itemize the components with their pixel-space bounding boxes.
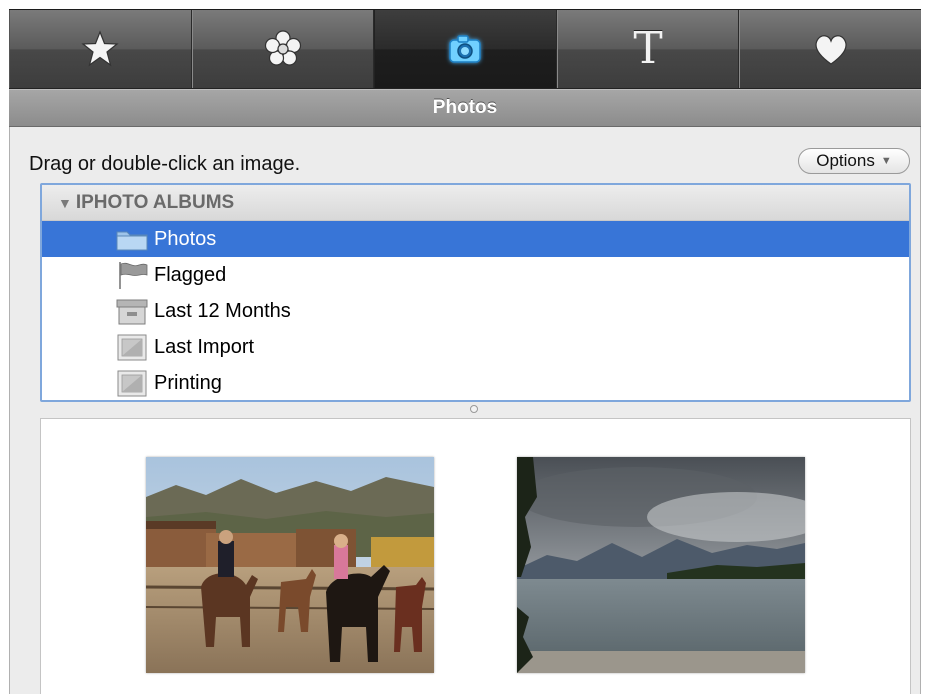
source-item-printing[interactable]: Printing: [42, 365, 909, 400]
tab-flower[interactable]: [191, 10, 375, 88]
panel-title: Photos: [432, 97, 498, 118]
tab-heart[interactable]: [739, 10, 921, 88]
chevron-down-icon: ▼: [880, 155, 892, 167]
source-list: ▼ IPHOTO ALBUMS Photos Flagged Last 12 M…: [40, 183, 911, 402]
tab-camera[interactable]: [374, 10, 557, 88]
archive-box-icon: [114, 296, 150, 326]
flower-icon: [264, 30, 301, 66]
tab-star[interactable]: [9, 10, 192, 88]
thumbnail-grid: [40, 418, 911, 694]
text-icon: T: [633, 23, 663, 74]
flag-icon: [114, 260, 150, 290]
source-item-label: Last Import: [154, 335, 255, 358]
source-item-last-12-months[interactable]: Last 12 Months: [42, 293, 909, 329]
disclosure-triangle-icon[interactable]: ▼: [58, 195, 72, 211]
photo-album-icon: [114, 332, 150, 362]
source-item-flagged[interactable]: Flagged: [42, 257, 909, 293]
tab-bar: T: [9, 9, 921, 89]
folder-icon: [114, 224, 150, 254]
source-item-photos[interactable]: Photos: [42, 221, 909, 257]
camera-icon: [449, 35, 482, 63]
panel-header: Photos: [9, 89, 921, 127]
heart-icon: [815, 35, 847, 65]
instructions-text: Drag or double-click an image.: [29, 153, 301, 175]
tab-text[interactable]: T: [556, 10, 740, 88]
lake-mountain-photo[interactable]: [517, 457, 805, 673]
section-header-iphoto-albums[interactable]: ▼ IPHOTO ALBUMS: [42, 185, 909, 221]
horses-mountain-photo[interactable]: [146, 457, 434, 673]
section-label: IPHOTO ALBUMS: [75, 191, 235, 213]
star-icon: [81, 30, 119, 67]
source-item-last-import[interactable]: Last Import: [42, 329, 909, 365]
source-item-label: Photos: [154, 227, 217, 250]
options-button[interactable]: Options ▼: [798, 148, 910, 174]
source-item-label: Last 12 Months: [154, 299, 291, 322]
source-item-label: Printing: [154, 371, 222, 394]
source-item-label: Flagged: [154, 263, 227, 286]
split-resize-handle[interactable]: [470, 405, 478, 413]
options-label: Options: [816, 151, 875, 170]
photo-album-icon: [114, 368, 150, 398]
